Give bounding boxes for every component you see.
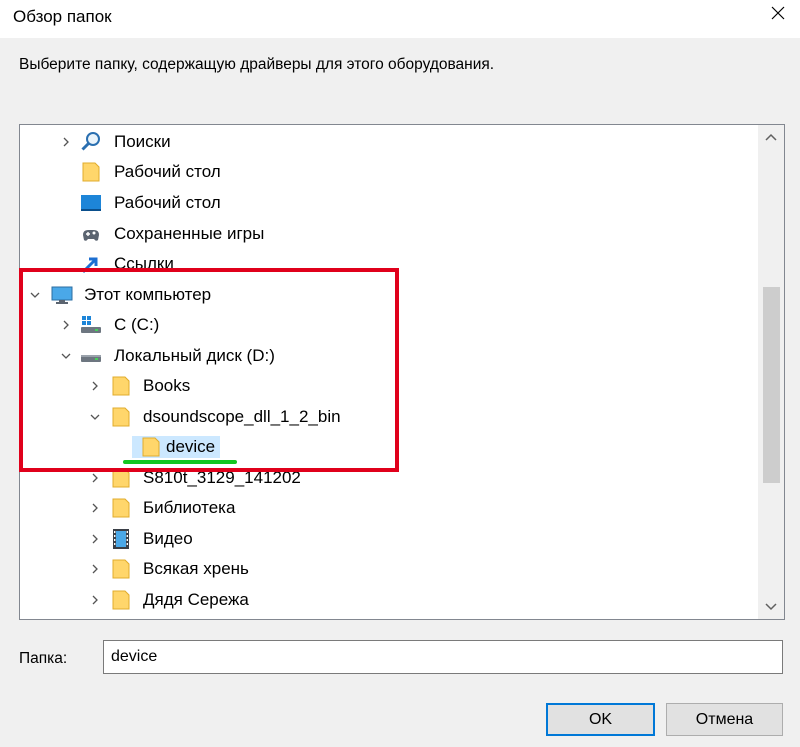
tree-item-label: Дядя Сережа <box>143 590 249 609</box>
title-bar: Обзор папок <box>0 0 800 38</box>
tree-item-misc[interactable]: Всякая хрень <box>20 554 756 584</box>
tree-item-video[interactable]: Видео <box>20 524 756 554</box>
annotation-highlight-box <box>19 268 399 472</box>
instruction-text: Выберите папку, содержащую драйверы для … <box>19 56 495 73</box>
chevron-right-icon[interactable] <box>85 589 105 611</box>
scroll-up-button[interactable] <box>758 125 784 149</box>
tree-item-uncle-seryozha[interactable]: Дядя Сережа <box>20 585 756 615</box>
folder-icon <box>110 589 132 611</box>
folder-icon <box>110 497 132 519</box>
folder-icon <box>80 161 102 183</box>
folder-label: Папка: <box>19 650 68 667</box>
folder-icon <box>140 436 162 458</box>
scroll-thumb[interactable] <box>763 287 780 483</box>
tree-item-label: Видео <box>143 529 193 548</box>
tree-item-desktop[interactable]: Рабочий стол <box>20 188 756 218</box>
video-icon <box>110 528 132 550</box>
chevron-right-icon[interactable] <box>85 528 105 550</box>
tree-item-desktop-folder[interactable]: Рабочий стол <box>20 157 756 187</box>
tree-item-library[interactable]: Библиотека <box>20 493 756 523</box>
ok-button[interactable]: OK <box>546 703 655 736</box>
chevron-up-icon <box>765 133 777 141</box>
annotation-underline <box>123 460 237 464</box>
scroll-down-button[interactable] <box>758 595 784 619</box>
close-icon <box>771 6 785 20</box>
tree-item-label: Поиски <box>114 132 171 151</box>
folder-input[interactable] <box>103 640 783 674</box>
folder-icon <box>110 558 132 580</box>
tree-item-saved-games[interactable]: Сохраненные игры <box>20 219 756 249</box>
tree-item-label: Библиотека <box>143 498 236 517</box>
close-button[interactable] <box>754 0 800 32</box>
tree-item-label: Всякая хрень <box>143 559 249 578</box>
tree-item-label: Сохраненные игры <box>114 224 265 243</box>
saved-games-icon <box>80 223 102 245</box>
desktop-icon <box>80 192 102 214</box>
chevron-right-icon[interactable] <box>85 497 105 519</box>
search-icon <box>80 131 102 153</box>
tree-item-label: Рабочий стол <box>114 193 221 212</box>
vertical-scrollbar[interactable] <box>758 125 784 619</box>
chevron-right-icon[interactable] <box>85 558 105 580</box>
tree-item-label: Рабочий стол <box>114 162 221 181</box>
tree-item-searches[interactable]: Поиски <box>20 127 756 157</box>
dialog-title: Обзор папок <box>13 7 112 26</box>
chevron-right-icon[interactable] <box>56 131 76 153</box>
chevron-down-icon <box>765 603 777 611</box>
cancel-button[interactable]: Отмена <box>666 703 783 736</box>
